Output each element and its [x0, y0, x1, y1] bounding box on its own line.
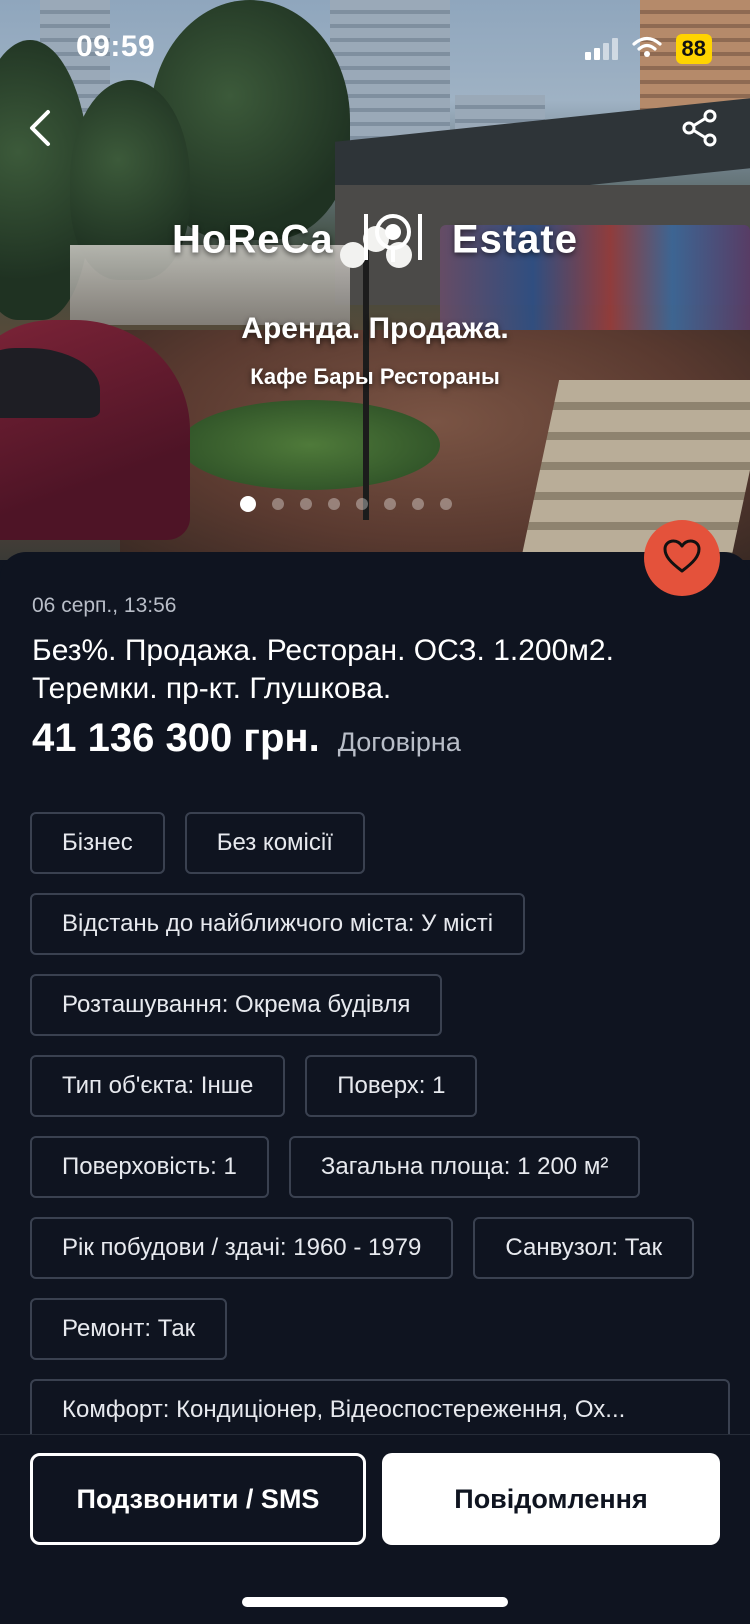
brand-logo: HoReCa Estate	[0, 210, 750, 274]
tag-total-area[interactable]: Загальна площа: 1 200 м²	[288, 1136, 641, 1198]
listing-price: 41 136 300 грн.	[32, 716, 320, 760]
brand-name-left: HoReCa	[172, 217, 334, 262]
tag-bathroom[interactable]: Санвузол: Так	[473, 1217, 695, 1279]
heart-icon	[662, 538, 702, 579]
status-time: 09:59	[76, 30, 156, 63]
gallery-pagination	[240, 496, 452, 512]
signal-icon	[584, 38, 618, 60]
gallery-dot[interactable]	[440, 498, 452, 510]
tag-object-type[interactable]: Тип об'єкта: Інше	[30, 1055, 286, 1117]
back-chevron-icon	[26, 108, 54, 153]
hero-subtagline: Кафе Бары Рестораны	[250, 364, 500, 389]
tag-floor[interactable]: Поверх: 1	[305, 1055, 478, 1117]
tag-distance[interactable]: Відстань до найближчого міста: У місті	[30, 893, 526, 955]
status-bar: 09:59 88	[0, 0, 750, 100]
cutlery-icon	[358, 210, 428, 274]
listing-date: 06 серп., 13:56	[32, 594, 177, 617]
gallery-dot[interactable]	[328, 498, 340, 510]
tag-build-year[interactable]: Рік побудови / здачі: 1960 - 1979	[30, 1217, 454, 1279]
bottom-action-bar: Подзвонити / SMS Повідомлення	[0, 1434, 750, 1624]
tag-renovation[interactable]: Ремонт: Так	[30, 1298, 228, 1360]
tag-no-commission[interactable]: Без комісії	[184, 812, 365, 874]
price-negotiable: Договірна	[337, 727, 461, 757]
gallery-dot[interactable]	[300, 498, 312, 510]
share-button[interactable]	[674, 104, 726, 156]
gallery-dot[interactable]	[412, 498, 424, 510]
back-button[interactable]	[14, 104, 66, 156]
tag-comfort[interactable]: Комфорт: Кондиціонер, Відеоспостереження…	[30, 1379, 730, 1441]
battery-indicator: 88	[675, 34, 712, 64]
tag-floors-total[interactable]: Поверховість: 1	[30, 1136, 269, 1198]
brand-name-right: Estate	[451, 217, 578, 262]
gallery-dot[interactable]	[240, 496, 256, 512]
tag-business[interactable]: Бізнес	[30, 812, 165, 874]
listing-title: Без%. Продажа. Ресторан. ОСЗ. 1.200м2. Т…	[32, 634, 614, 705]
wifi-icon	[631, 36, 662, 63]
call-sms-button[interactable]: Подзвонити / SMS	[30, 1453, 366, 1545]
home-indicator[interactable]	[242, 1597, 508, 1607]
gallery-dot[interactable]	[356, 498, 368, 510]
hero-tagline: Аренда. Продажа.	[241, 312, 509, 345]
share-icon	[680, 108, 720, 153]
price-row: 41 136 300 грн. Договірна	[32, 716, 461, 761]
message-button[interactable]: Повідомлення	[382, 1453, 720, 1545]
favorite-button[interactable]	[644, 520, 720, 596]
listing-attributes: Бізнес Без комісії Відстань до найближчо…	[30, 812, 730, 1460]
gallery-dot[interactable]	[384, 498, 396, 510]
tag-location[interactable]: Розташування: Окрема будівля	[30, 974, 443, 1036]
gallery-dot[interactable]	[272, 498, 284, 510]
